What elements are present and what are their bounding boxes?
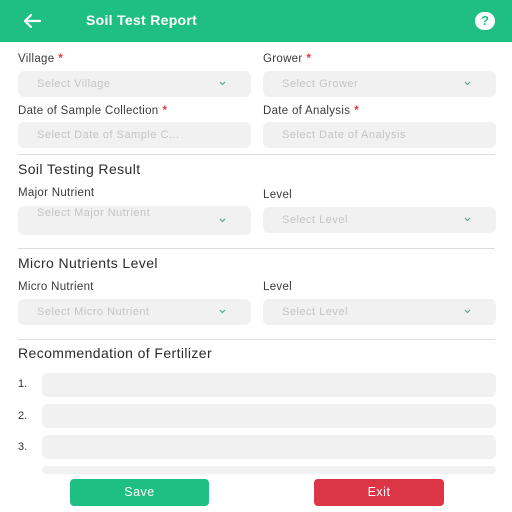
major-level-select[interactable]: Select Level (263, 207, 496, 233)
analysis-date-field[interactable]: Select Date of Analysis (263, 122, 496, 148)
required-mark: * (162, 105, 168, 117)
divider (18, 339, 495, 340)
collection-date-label: Date of Sample Collection * (18, 105, 167, 117)
level-label: Level (263, 189, 292, 201)
micro-level-label: Level (263, 281, 292, 293)
village-label: Village * (18, 53, 63, 65)
chevron-down-icon (464, 81, 471, 86)
micro-nutrient-placeholder: Select Micro Nutrient (37, 306, 150, 318)
chevron-down-icon (219, 309, 226, 314)
collection-date-field[interactable]: Select Date of Sample C... (18, 122, 251, 148)
recommendation-input[interactable] (42, 435, 496, 459)
required-mark: * (354, 105, 360, 117)
collection-date-label-text: Date of Sample Collection (18, 105, 159, 117)
arrow-left-icon[interactable] (20, 9, 44, 33)
recommendation-heading: Recommendation of Fertilizer (18, 345, 213, 361)
collection-date-placeholder: Select Date of Sample C... (37, 129, 180, 141)
grower-select[interactable]: Select Grower (263, 71, 496, 97)
analysis-date-label-text: Date of Analysis (263, 105, 351, 117)
recommendation-number: 2. (18, 410, 28, 422)
micro-nutrients-heading: Micro Nutrients Level (18, 255, 158, 271)
major-nutrient-placeholder: Select Major Nutrient (37, 208, 151, 219)
village-placeholder: Select Village (37, 78, 111, 90)
recommendation-input[interactable] (42, 373, 496, 397)
grower-placeholder: Select Grower (282, 78, 359, 90)
micro-level-placeholder: Select Level (282, 306, 348, 318)
village-select[interactable]: Select Village (18, 71, 251, 97)
page-title: Soil Test Report (86, 12, 198, 28)
major-nutrient-label: Major Nutrient (18, 187, 95, 199)
exit-button[interactable]: Exit (314, 479, 444, 506)
question-circle-icon[interactable]: ? (475, 12, 495, 30)
grower-label-text: Grower (263, 53, 303, 65)
analysis-date-label: Date of Analysis * (263, 105, 359, 117)
recommendation-number: 1. (18, 378, 28, 390)
chevron-down-icon (219, 81, 226, 86)
required-mark: * (306, 53, 312, 65)
recommendation-number: 3. (18, 441, 28, 453)
chevron-down-icon (219, 218, 226, 223)
soil-testing-heading: Soil Testing Result (18, 161, 141, 177)
divider (18, 248, 495, 249)
app-bar: Soil Test Report ? (0, 0, 512, 42)
divider (18, 154, 495, 155)
micro-level-select[interactable]: Select Level (263, 299, 496, 325)
micro-nutrient-label: Micro Nutrient (18, 281, 94, 293)
required-mark: * (58, 53, 64, 65)
major-level-placeholder: Select Level (282, 214, 348, 226)
village-label-text: Village (18, 53, 55, 65)
recommendation-input[interactable] (42, 404, 496, 428)
analysis-date-placeholder: Select Date of Analysis (282, 129, 407, 141)
micro-nutrient-select[interactable]: Select Micro Nutrient (18, 299, 251, 325)
recommendation-input-partial[interactable] (42, 466, 496, 474)
chevron-down-icon (464, 309, 471, 314)
save-button[interactable]: Save (70, 479, 209, 506)
grower-label: Grower * (263, 53, 311, 65)
chevron-down-icon (464, 217, 471, 222)
major-nutrient-select[interactable]: Select Major Nutrient (18, 206, 251, 235)
